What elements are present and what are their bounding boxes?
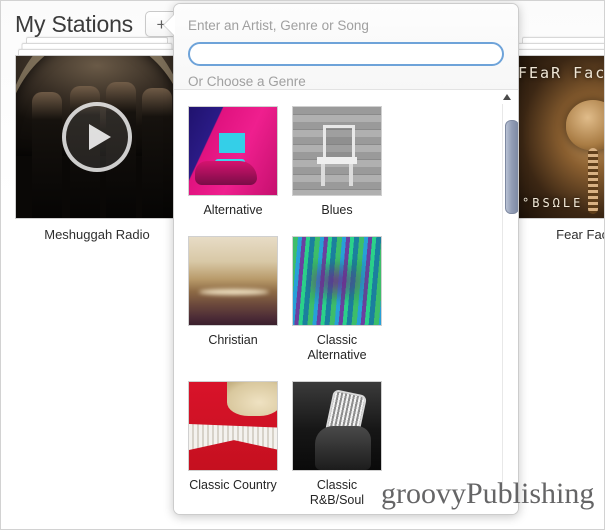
genre-label: Christian: [208, 333, 258, 347]
genre-tile[interactable]: Classic R&B/Soul: [292, 381, 382, 508]
station-artwork[interactable]: [15, 55, 179, 219]
genre-tile[interactable]: Classic Alternative: [292, 236, 382, 363]
popup-pointer-arrow: [164, 14, 175, 36]
genre-label: Blues: [321, 203, 353, 217]
genre-label: Classic R&B/Soul: [309, 478, 365, 507]
cyan-block: [219, 133, 245, 153]
hand: [315, 426, 371, 470]
watermark: groovyPublishing: [381, 477, 595, 510]
cowboy-hat: [227, 382, 277, 416]
album-title-text: °BSΩLE: [522, 196, 584, 210]
genre-thumbnail[interactable]: [188, 106, 278, 196]
station-name: Fear Factory: [556, 227, 604, 242]
genre-prompt-label: Or Choose a Genre: [188, 74, 306, 89]
station-name: Meshuggah Radio: [44, 227, 150, 242]
pandora-app-window: My Stations + Meshuggah Radio FEaR Fac °…: [0, 0, 605, 530]
album-band-text: FEaR Fac: [518, 64, 605, 82]
chair-leg: [349, 164, 353, 186]
horizon-glow: [199, 289, 269, 295]
chair-leg: [321, 164, 325, 186]
genre-thumbnail[interactable]: [188, 236, 278, 326]
sneaker-shape: [195, 161, 257, 185]
genre-picker-popup: Enter an Artist, Genre or Song Or Choose…: [173, 3, 519, 515]
genre-label: Classic Country: [189, 478, 277, 492]
genre-tile[interactable]: Alternative: [188, 106, 278, 218]
genre-label: Alternative: [203, 203, 263, 217]
scrollbar-track[interactable]: [502, 104, 518, 504]
play-triangle: [89, 124, 111, 150]
band-member-figure: [142, 88, 172, 218]
dress-fringe: [189, 424, 277, 450]
search-input[interactable]: [188, 42, 504, 66]
motion-blur-smear: [309, 261, 367, 301]
genre-scrollbar[interactable]: [499, 92, 518, 514]
station-artwork[interactable]: FEaR Fac °BSΩLE: [511, 55, 605, 219]
genre-thumbnail[interactable]: [292, 106, 382, 196]
scrollbar-thumb[interactable]: [505, 120, 518, 214]
triangle-up-icon[interactable]: [503, 94, 511, 100]
genre-thumbnail[interactable]: [292, 381, 382, 471]
genre-tile[interactable]: Christian: [188, 236, 278, 363]
genre-scroll-region: Alternative Blues Christian Classic Alternat…: [174, 92, 518, 514]
genre-label: Classic Alternative: [307, 333, 367, 362]
genre-thumbnail[interactable]: [292, 236, 382, 326]
play-icon[interactable]: [62, 102, 132, 172]
genre-tile[interactable]: Classic Country: [188, 381, 278, 508]
stations-header: My Stations +: [15, 7, 178, 41]
band-member-figure: [32, 92, 62, 218]
page-title: My Stations: [15, 10, 133, 37]
popup-header: Enter an Artist, Genre or Song Or Choose…: [174, 4, 518, 90]
genre-thumbnail[interactable]: [188, 381, 278, 471]
chair-seat: [317, 157, 357, 164]
search-prompt-label: Enter an Artist, Genre or Song: [188, 18, 369, 33]
genre-tile[interactable]: Blues: [292, 106, 382, 218]
genre-grid: Alternative Blues Christian Classic Alternat…: [174, 92, 494, 514]
brain-graphic: [566, 100, 604, 150]
